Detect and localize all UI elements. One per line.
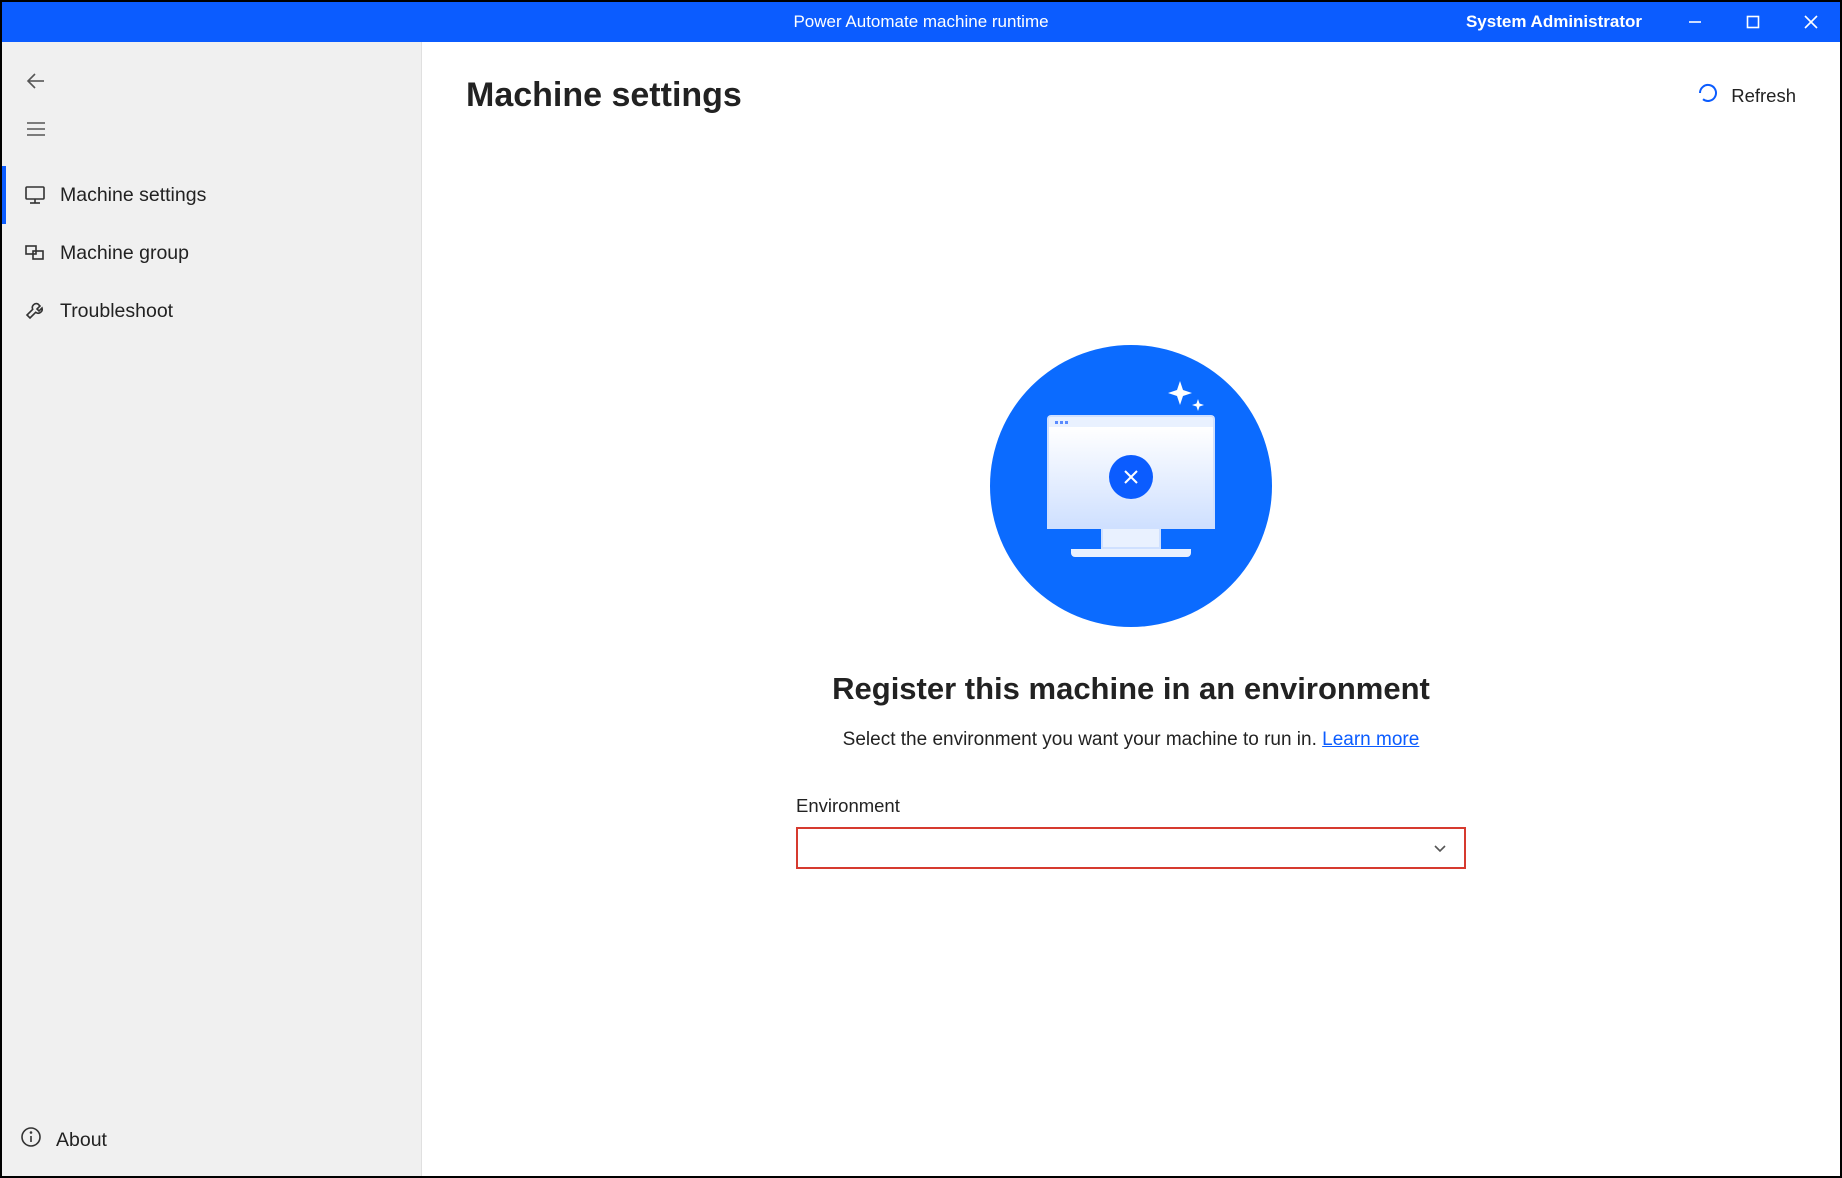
refresh-button[interactable]: Refresh <box>1697 82 1796 109</box>
hamburger-icon <box>25 118 47 140</box>
sidebar-item-label: Troubleshoot <box>60 300 173 323</box>
arrow-left-icon <box>25 70 47 92</box>
register-heading: Register this machine in an environment <box>832 671 1430 707</box>
maximize-button[interactable] <box>1724 2 1782 42</box>
chevron-down-icon <box>1432 840 1448 856</box>
sparkle-icon <box>1164 381 1208 430</box>
sidebar-item-label: Machine settings <box>60 184 206 207</box>
register-illustration <box>990 345 1272 627</box>
sidebar-item-machine-group[interactable]: Machine group <box>2 224 421 282</box>
main-panel: Machine settings Refresh <box>422 42 1840 1176</box>
sidebar-item-machine-settings[interactable]: Machine settings <box>2 166 421 224</box>
monitor-icon <box>24 184 46 206</box>
minimize-button[interactable] <box>1666 2 1724 42</box>
titlebar: Power Automate machine runtime System Ad… <box>2 2 1840 42</box>
maximize-icon <box>1746 15 1760 29</box>
back-button[interactable] <box>12 60 60 102</box>
sidebar-about[interactable]: About <box>2 1108 421 1176</box>
sidebar-about-label: About <box>56 1129 107 1152</box>
sidebar: Machine settings Machine group Troublesh… <box>2 42 422 1176</box>
hamburger-button[interactable] <box>12 108 60 150</box>
close-icon <box>1804 15 1818 29</box>
minimize-icon <box>1688 15 1702 29</box>
refresh-icon <box>1697 82 1719 109</box>
x-circle-icon <box>1109 455 1153 499</box>
close-button[interactable] <box>1782 2 1840 42</box>
refresh-label: Refresh <box>1731 85 1796 107</box>
wrench-icon <box>24 300 46 322</box>
sidebar-item-label: Machine group <box>60 242 189 265</box>
info-icon <box>20 1126 42 1154</box>
environment-select[interactable] <box>796 827 1466 869</box>
group-icon <box>24 242 46 264</box>
page-title: Machine settings <box>466 76 742 115</box>
environment-label: Environment <box>796 795 1466 817</box>
learn-more-link[interactable]: Learn more <box>1322 729 1419 750</box>
current-user: System Administrator <box>1442 12 1666 32</box>
sidebar-item-troubleshoot[interactable]: Troubleshoot <box>2 282 421 340</box>
register-subtext: Select the environment you want your mac… <box>843 729 1420 751</box>
